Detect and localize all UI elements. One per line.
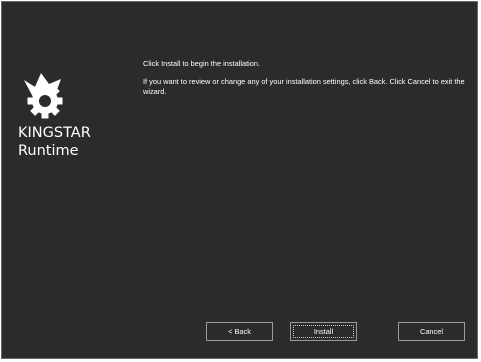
- product-name: KINGSTAR Runtime: [18, 124, 91, 160]
- crown-gear-icon: [24, 73, 63, 119]
- install-message: Click Install to begin the installation.…: [143, 59, 473, 97]
- install-button[interactable]: Install: [290, 322, 357, 341]
- install-instruction-text: Click Install to begin the installation.: [143, 59, 261, 68]
- product-name-line2: Runtime: [18, 143, 79, 159]
- cancel-button[interactable]: Cancel: [398, 322, 465, 341]
- review-settings-text: If you want to review or change any of y…: [143, 77, 465, 96]
- product-name-line1: KINGSTAR: [18, 125, 91, 141]
- installer-window: KINGSTAR Runtime Click Install to begin …: [1, 1, 478, 359]
- back-button[interactable]: < Back: [206, 322, 273, 341]
